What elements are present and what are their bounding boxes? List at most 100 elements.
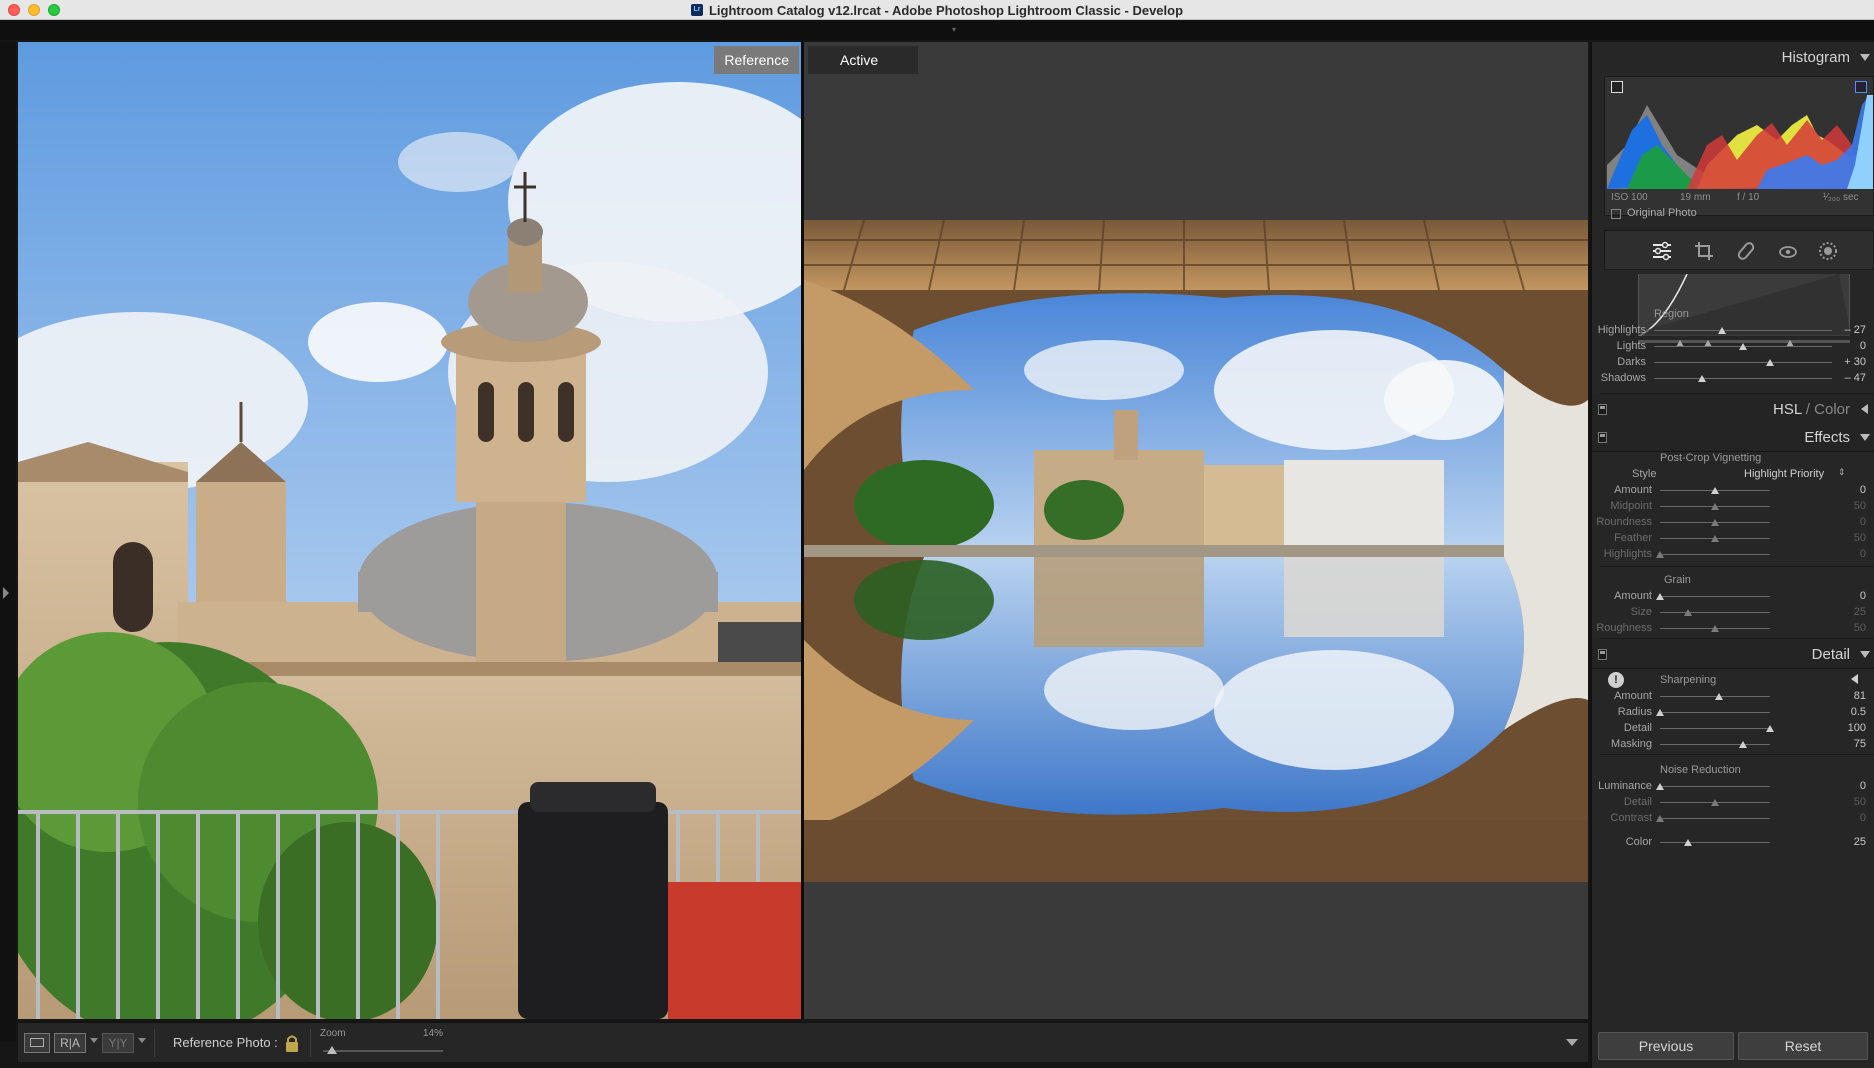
slider-value[interactable]: 50 [1854,622,1866,634]
histogram[interactable]: ISO 100 19 mm f / 10 ¹⁄₂₀₀ sec Original … [1604,76,1874,219]
edit-sliders-icon[interactable] [1651,240,1673,262]
slider-handle[interactable] [1711,535,1719,542]
slider-track[interactable] [1660,728,1770,729]
slider-track[interactable] [1660,786,1770,787]
slider-track[interactable] [1660,554,1770,555]
healing-icon[interactable] [1735,240,1757,262]
slider-highlights[interactable]: Highlights – 27 [1592,322,1874,338]
slider-amount[interactable]: Amount 0 [1592,588,1874,604]
hsl-panel-switch[interactable] [1598,404,1607,415]
collapse-histogram-icon[interactable] [1860,54,1870,61]
histogram-header[interactable]: Histogram [1592,42,1874,72]
crop-icon[interactable] [1693,240,1715,262]
reset-button[interactable]: Reset [1738,1032,1868,1060]
left-panel-toggle[interactable] [0,42,16,1042]
slider-lights[interactable]: Lights 0 [1592,338,1874,354]
slider-value[interactable]: 75 [1854,738,1866,750]
slider-radius[interactable]: Radius 0.5 [1592,704,1874,720]
slider-size[interactable]: Size 25 [1592,604,1874,620]
slider-handle[interactable] [1717,327,1726,334]
top-panel-toggle-icon[interactable]: ▾ [948,26,960,34]
slider-value[interactable]: 0 [1860,812,1866,824]
slider-color[interactable]: Color 25 [1592,834,1874,850]
previous-button[interactable]: Previous [1598,1032,1734,1060]
detail-panel-switch[interactable] [1598,649,1607,660]
slider-roundness[interactable]: Roundness 0 [1592,514,1874,530]
loupe-view-button[interactable] [24,1033,50,1053]
slider-highlights[interactable]: Highlights 0 [1592,546,1874,562]
slider-track[interactable] [1660,612,1770,613]
effects-header[interactable]: Effects [1592,422,1874,452]
slider-handle[interactable] [1711,503,1719,510]
slider-track[interactable] [1654,378,1832,379]
slider-darks[interactable]: Darks + 30 [1592,354,1874,370]
slider-value[interactable]: 0 [1860,590,1866,602]
reference-pane[interactable]: Reference [18,42,801,1019]
expand-hsl-icon[interactable] [1861,404,1868,414]
slider-handle[interactable] [1739,343,1747,350]
slider-handle[interactable] [1711,519,1719,526]
reference-view-dropdown-icon[interactable] [90,1038,98,1043]
slider-roughness[interactable]: Roughness 50 [1592,620,1874,636]
slider-value[interactable]: 0 [1860,780,1866,792]
toolbar-content-dropdown-icon[interactable] [1566,1039,1578,1046]
slider-handle[interactable] [1738,741,1747,748]
slider-handle[interactable] [1698,375,1707,382]
slider-luminance[interactable]: Luminance 0 [1592,778,1874,794]
zoom-slider-handle[interactable] [327,1046,337,1054]
slider-value[interactable]: 50 [1854,532,1866,544]
collapse-detail-icon[interactable] [1860,651,1870,658]
active-pane[interactable]: Active [804,42,1588,1019]
expand-left-panel-icon[interactable] [3,587,9,599]
slider-handle[interactable] [1766,725,1774,732]
slider-track[interactable] [1660,842,1770,843]
slider-value[interactable]: 25 [1854,836,1866,848]
slider-detail[interactable]: Detail 100 [1592,720,1874,736]
slider-value[interactable]: + 30 [1844,356,1866,368]
slider-value[interactable]: 0 [1860,484,1866,496]
slider-handle[interactable] [1656,709,1664,716]
effects-panel-switch[interactable] [1598,432,1607,443]
slider-handle[interactable] [1711,799,1719,806]
before-after-view-button[interactable]: Y|Y [102,1033,134,1053]
slider-track[interactable] [1654,330,1832,331]
lock-icon[interactable] [284,1033,300,1053]
slider-value[interactable]: – 47 [1845,372,1866,384]
slider-value[interactable]: 81 [1854,690,1866,702]
slider-value[interactable]: 25 [1854,606,1866,618]
slider-handle[interactable] [1656,783,1664,790]
style-dropdown-icon[interactable]: ⇕ [1838,467,1846,478]
masking-icon[interactable] [1817,240,1839,262]
slider-value[interactable]: – 27 [1845,324,1866,336]
slider-amount[interactable]: Amount 0 [1592,482,1874,498]
slider-track[interactable] [1660,712,1770,713]
warning-icon[interactable]: ! [1608,672,1624,688]
sharpening-preview-icon[interactable] [1851,674,1858,684]
zoom-slider[interactable] [323,1050,443,1052]
hsl-header[interactable]: HSL / Color [1592,394,1874,424]
slider-contrast[interactable]: Contrast 0 [1592,810,1874,826]
before-after-dropdown-icon[interactable] [138,1038,146,1043]
slider-value[interactable]: 0 [1860,548,1866,560]
slider-feather[interactable]: Feather 50 [1592,530,1874,546]
slider-handle[interactable] [1656,551,1664,558]
highlight-clipping-toggle[interactable] [1855,81,1867,93]
slider-handle[interactable] [1711,625,1719,632]
slider-amount[interactable]: Amount 81 [1592,688,1874,704]
slider-midpoint[interactable]: Midpoint 50 [1592,498,1874,514]
slider-value[interactable]: 0.5 [1851,706,1866,718]
slider-detail[interactable]: Detail 50 [1592,794,1874,810]
detail-header[interactable]: Detail [1592,639,1874,669]
slider-handle[interactable] [1765,359,1774,366]
collapse-effects-icon[interactable] [1860,434,1870,441]
slider-masking[interactable]: Masking 75 [1592,736,1874,752]
slider-value[interactable]: 50 [1854,796,1866,808]
slider-value[interactable]: 0 [1860,516,1866,528]
slider-handle[interactable] [1683,609,1692,616]
reference-active-view-button[interactable]: R|A [54,1033,86,1053]
slider-shadows[interactable]: Shadows – 47 [1592,370,1874,386]
slider-value[interactable]: 100 [1848,722,1866,734]
slider-value[interactable]: 50 [1854,500,1866,512]
slider-track[interactable] [1660,596,1770,597]
slider-track[interactable] [1654,362,1832,363]
